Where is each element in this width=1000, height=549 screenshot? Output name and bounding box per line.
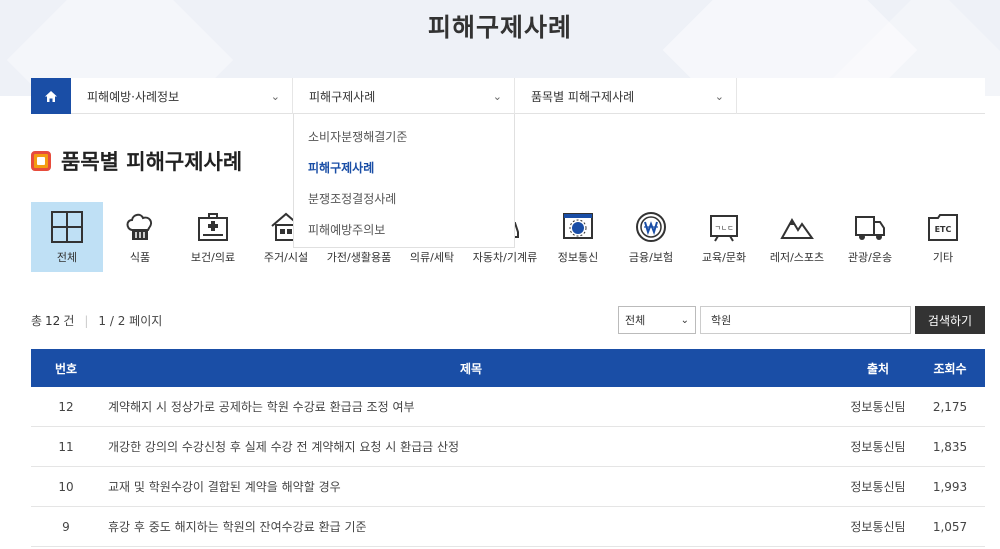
breadcrumb: 피해예방·사례정보 ⌄ 피해구제사례 ⌄ 품목별 피해구제사례 ⌄ (31, 78, 985, 114)
cases-table: 번호 제목 출처 조회수 12 계약해지 시 정상가로 공제하는 학원 수강료 … (31, 349, 985, 547)
chevron-down-icon: ⌄ (714, 89, 724, 103)
category-label: 보건/의료 (190, 251, 236, 264)
row-source: 정보통신팀 (850, 400, 906, 414)
table-row[interactable]: 11 개강한 강의의 수강신청 후 실제 수강 전 계약해지 요청 시 환급금 … (31, 427, 985, 467)
row-title-link[interactable]: 계약해지 시 정상가로 공제하는 학원 수강료 환급금 조정 여부 (101, 398, 841, 415)
won-coin-icon (634, 210, 668, 244)
grid-icon (50, 210, 84, 244)
row-source: 정보통신팀 (850, 440, 906, 454)
category-label: 전체 (56, 251, 78, 264)
row-source: 정보통신팀 (850, 520, 906, 534)
category-label: 정보통신 (557, 251, 599, 264)
search-field-select-value: 전체 (625, 314, 646, 327)
search-button[interactable]: 검색하기 (915, 306, 985, 334)
breadcrumb-level3-label: 품목별 피해구제사례 (531, 89, 635, 104)
row-source: 정보통신팀 (850, 480, 906, 494)
category-label: 식품 (129, 251, 151, 264)
row-no: 12 (58, 399, 74, 414)
home-button[interactable] (31, 78, 71, 114)
chevron-down-icon: ⌄ (680, 314, 689, 326)
category-label: 의류/세탁 (409, 251, 455, 264)
category-education[interactable]: ㄱㄴㄷ 교육/문화 (688, 202, 760, 272)
category-label: 관광/운송 (847, 251, 893, 264)
table-header: 번호 제목 출처 조회수 (31, 349, 985, 387)
search-input[interactable]: 학원 (700, 306, 911, 334)
dropdown-item-relief-cases[interactable]: 피해구제사례 (294, 153, 514, 184)
total-count: 12 (45, 313, 61, 328)
chef-hat-icon (123, 210, 157, 244)
table-row[interactable]: 10 교재 및 학원수강이 결합된 계약을 해약할 경우 정보통신팀 1,993 (31, 467, 985, 507)
category-label: 가전/생활용품 (326, 251, 392, 264)
page-info: 1 / 2 페이지 (98, 314, 163, 328)
category-all[interactable]: 전체 (31, 202, 103, 272)
row-no: 11 (58, 439, 74, 454)
breadcrumb-dropdown-menu: 소비자분쟁해결기준 피해구제사례 분쟁조정결정사례 피해예방주의보 (293, 114, 515, 248)
category-health[interactable]: 보건/의료 (177, 202, 249, 272)
total-prefix: 총 (31, 314, 43, 328)
category-etc[interactable]: ETC 기타 (907, 202, 979, 272)
page-title: 피해구제사례 (427, 13, 572, 42)
header-no: 번호 (54, 361, 78, 376)
row-views: 1,835 (932, 439, 968, 454)
breadcrumb-level1[interactable]: 피해예방·사례정보 ⌄ (71, 78, 293, 114)
header-views: 조회수 (933, 361, 967, 376)
category-label: 주거/시설 (263, 251, 309, 264)
monitor-icon (561, 210, 595, 244)
total-suffix: 건 (63, 314, 75, 328)
category-label: 금융/보험 (628, 251, 674, 264)
dropdown-item-prevention-alert[interactable]: 피해예방주의보 (294, 215, 514, 246)
mountain-icon (780, 210, 814, 244)
medical-kit-icon (196, 210, 230, 244)
header-source: 출처 (866, 361, 890, 376)
search-input-value: 학원 (711, 314, 732, 327)
row-views: 2,175 (932, 399, 968, 414)
category-label: 기타 (932, 251, 954, 264)
category-finance[interactable]: 금융/보험 (615, 202, 687, 272)
row-views: 1,993 (932, 479, 968, 494)
row-no: 10 (58, 479, 74, 494)
truck-icon (853, 210, 887, 244)
chevron-down-icon: ⌄ (270, 89, 280, 103)
dropdown-item-mediation-cases[interactable]: 분쟁조정결정사례 (294, 184, 514, 215)
category-label: 자동차/기계류 (472, 251, 538, 264)
category-label: 교육/문화 (701, 251, 747, 264)
category-it[interactable]: 정보통신 (542, 202, 614, 272)
row-title-link[interactable]: 개강한 강의의 수강신청 후 실제 수강 전 계약해지 요청 시 환급금 산정 (101, 438, 841, 455)
section-title-icon (31, 151, 51, 171)
table-row[interactable]: 9 휴강 후 중도 해지하는 학원의 잔여수강료 환급 기준 정보통신팀 1,0… (31, 507, 985, 547)
etc-folder-icon: ETC (926, 210, 960, 244)
result-summary: 총 12 건 | 1 / 2 페이지 (31, 312, 162, 329)
table-row[interactable]: 12 계약해지 시 정상가로 공제하는 학원 수강료 환급금 조정 여부 정보통… (31, 387, 985, 427)
blackboard-icon: ㄱㄴㄷ (707, 210, 741, 244)
svg-text:ETC: ETC (935, 225, 952, 234)
svg-text:ㄱㄴㄷ: ㄱㄴㄷ (714, 224, 733, 232)
breadcrumb-level3[interactable]: 품목별 피해구제사례 ⌄ (515, 78, 737, 114)
breadcrumb-level2-label: 피해구제사례 (309, 89, 376, 104)
header-title: 제목 (459, 361, 483, 376)
section-header: 품목별 피해구제사례 (31, 146, 242, 176)
chevron-down-icon: ⌄ (492, 89, 502, 103)
category-food[interactable]: 식품 (104, 202, 176, 272)
row-no: 9 (62, 519, 70, 534)
section-title: 품목별 피해구제사례 (61, 150, 243, 174)
home-icon (45, 90, 57, 102)
breadcrumb-level1-label: 피해예방·사례정보 (87, 89, 180, 104)
breadcrumb-level2[interactable]: 피해구제사례 ⌄ (293, 78, 515, 114)
row-views: 1,057 (932, 519, 968, 534)
row-title-link[interactable]: 휴강 후 중도 해지하는 학원의 잔여수강료 환급 기준 (101, 518, 841, 535)
category-leisure[interactable]: 레저/스포츠 (761, 202, 833, 272)
dropdown-item-dispute-standard[interactable]: 소비자분쟁해결기준 (294, 122, 514, 153)
divider: | (84, 313, 89, 328)
row-title-link[interactable]: 교재 및 학원수강이 결합된 계약을 해약할 경우 (101, 478, 841, 495)
category-travel[interactable]: 관광/운송 (834, 202, 906, 272)
search-field-select[interactable]: 전체 ⌄ (618, 306, 696, 334)
category-label: 레저/스포츠 (769, 251, 825, 264)
